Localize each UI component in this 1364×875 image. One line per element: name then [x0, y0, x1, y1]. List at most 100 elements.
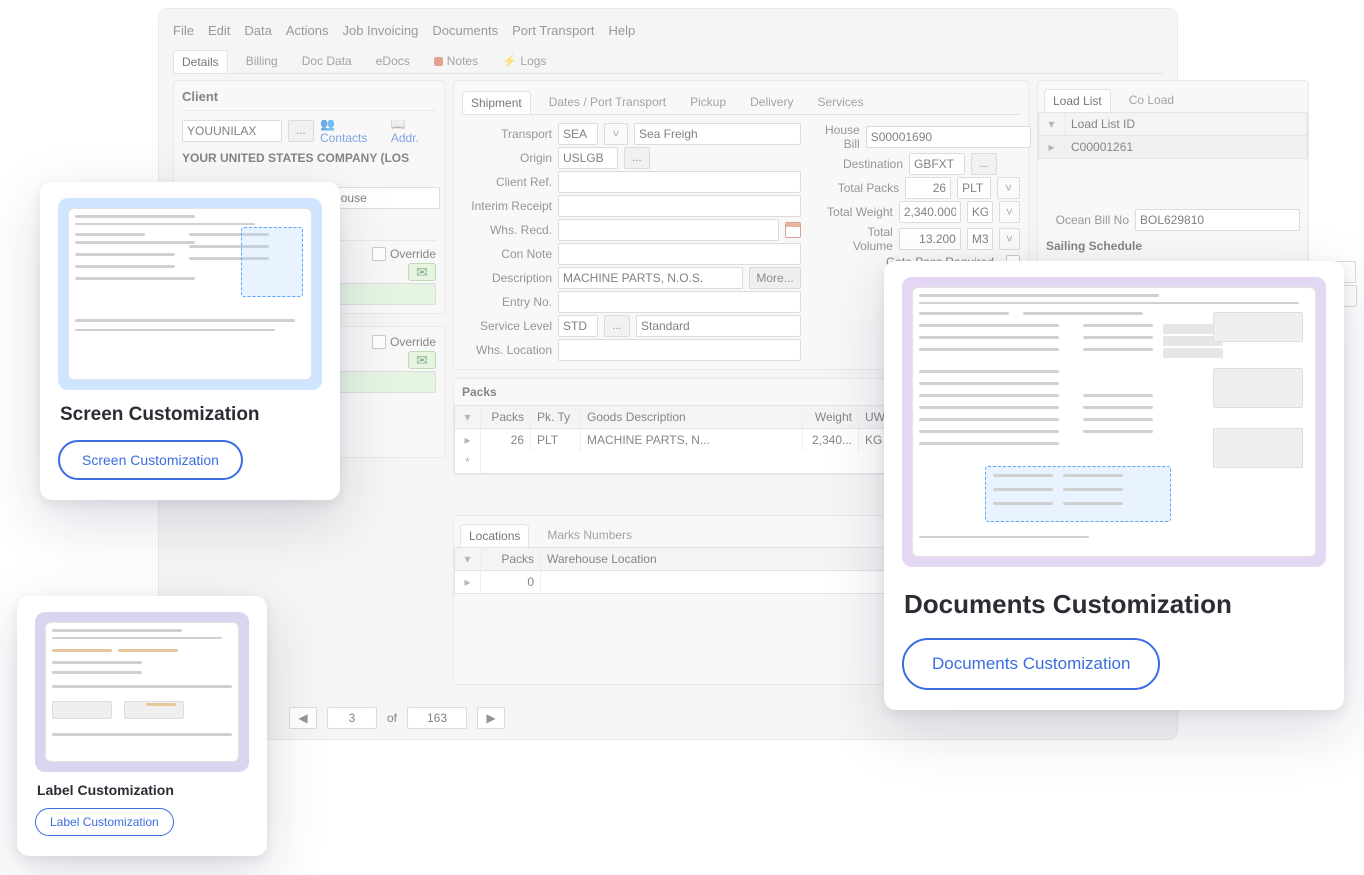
tab-dates-port[interactable]: Dates / Port Transport: [543, 91, 672, 114]
weight-col[interactable]: Weight: [803, 406, 859, 428]
label-thumb: [35, 612, 249, 772]
screen-card-title: Screen Customization: [60, 404, 322, 426]
override-label-1: Override: [390, 247, 436, 261]
interim-label: Interim Receipt: [462, 199, 552, 213]
destination-input[interactable]: [909, 153, 965, 175]
origin-input[interactable]: [558, 147, 618, 169]
tab-billing[interactable]: Billing: [240, 50, 284, 73]
client-lookup-button[interactable]: ...: [288, 120, 314, 142]
house-bill-label: House Bill: [825, 123, 860, 151]
goods-col[interactable]: Goods Description: [581, 406, 803, 428]
menu-help[interactable]: Help: [608, 23, 635, 38]
row-selector-icon[interactable]: ▸: [1039, 136, 1065, 158]
mail-icon-2[interactable]: ✉: [408, 351, 436, 369]
volume-unit-input[interactable]: [967, 228, 993, 250]
weight-unit-input[interactable]: [967, 201, 993, 223]
loadlist-id-col[interactable]: Load List ID: [1065, 113, 1307, 135]
entry-no-input[interactable]: [558, 291, 801, 313]
screen-customization-button[interactable]: Screen Customization: [58, 440, 243, 480]
tab-edocs[interactable]: eDocs: [370, 50, 416, 73]
tab-services[interactable]: Services: [811, 91, 869, 114]
entry-no-label: Entry No.: [462, 295, 552, 309]
menu-port-transport[interactable]: Port Transport: [512, 23, 594, 38]
documents-customization-button[interactable]: Documents Customization: [902, 638, 1160, 690]
screen-customization-card: Screen Customization Screen Customizatio…: [40, 182, 340, 500]
menu-file[interactable]: File: [173, 23, 194, 38]
menu-bar: File Edit Data Actions Job Invoicing Doc…: [173, 19, 1163, 42]
sailing-schedule-header: Sailing Schedule: [1038, 233, 1308, 259]
menu-job-invoicing[interactable]: Job Invoicing: [342, 23, 418, 38]
house-bill-input[interactable]: [866, 126, 1031, 148]
total-packs-label: Total Packs: [825, 181, 899, 195]
tab-notes[interactable]: Notes: [428, 50, 484, 73]
docs-card-title: Documents Customization: [904, 589, 1326, 620]
ocean-bill-input[interactable]: [1135, 209, 1300, 231]
addr-link[interactable]: 📖 Addr.: [391, 117, 436, 145]
destination-label: Destination: [825, 157, 903, 171]
override-checkbox-2[interactable]: [372, 335, 386, 349]
total-weight-input[interactable]: [899, 201, 961, 223]
client-ref-input[interactable]: [558, 171, 801, 193]
menu-actions[interactable]: Actions: [286, 23, 329, 38]
tab-logs[interactable]: ⚡ Logs: [496, 50, 552, 73]
service-desc-input[interactable]: [636, 315, 801, 337]
interim-input[interactable]: [558, 195, 801, 217]
con-note-input[interactable]: [558, 243, 801, 265]
row-selector-icon[interactable]: ▸: [455, 571, 481, 593]
logs-icon: ⚡: [502, 54, 517, 68]
whs-recd-input[interactable]: [558, 219, 779, 241]
desc-input[interactable]: [558, 267, 743, 289]
shipment-tabs: Shipment Dates / Port Transport Pickup D…: [462, 87, 1020, 115]
total-volume-label: Total Volume: [825, 225, 893, 253]
transport-dropdown[interactable]: ˅: [604, 123, 628, 145]
destination-lookup-button[interactable]: ...: [971, 153, 997, 175]
packs-unit-input[interactable]: [957, 177, 991, 199]
total-volume-input[interactable]: [899, 228, 961, 250]
menu-edit[interactable]: Edit: [208, 23, 230, 38]
client-code-input[interactable]: [182, 120, 282, 142]
tab-doc-data[interactable]: Doc Data: [296, 50, 358, 73]
label-customization-button[interactable]: Label Customization: [35, 808, 174, 836]
override-label-2: Override: [390, 335, 436, 349]
new-row-icon[interactable]: *: [455, 451, 481, 473]
menu-data[interactable]: Data: [244, 23, 271, 38]
calendar-icon[interactable]: [785, 222, 801, 238]
tab-load-list[interactable]: Load List: [1044, 89, 1111, 112]
pager-prev-button[interactable]: ◀: [289, 707, 317, 729]
contacts-link[interactable]: 👥 Contacts: [320, 117, 385, 145]
loc-packs-col[interactable]: Packs: [481, 548, 541, 570]
tab-co-load[interactable]: Co Load: [1123, 89, 1180, 112]
origin-lookup-button[interactable]: ...: [624, 147, 650, 169]
whs-loc-input[interactable]: [558, 339, 801, 361]
screen-thumb: [58, 198, 322, 390]
total-packs-input[interactable]: [905, 177, 951, 199]
weight-unit-dropdown[interactable]: ˅: [999, 201, 1020, 223]
override-checkbox-1[interactable]: [372, 247, 386, 261]
packs-col[interactable]: Packs: [481, 406, 531, 428]
transport-desc-input[interactable]: [634, 123, 801, 145]
menu-documents[interactable]: Documents: [432, 23, 498, 38]
whs-recd-label: Whs. Recd.: [462, 223, 552, 237]
tab-delivery[interactable]: Delivery: [744, 91, 799, 114]
origin-label: Origin: [462, 151, 552, 165]
loadlist-row[interactable]: ▸ C00001261: [1039, 136, 1307, 158]
tab-details[interactable]: Details: [173, 50, 228, 73]
packs-unit-dropdown[interactable]: ˅: [997, 177, 1020, 199]
tab-pickup[interactable]: Pickup: [684, 91, 732, 114]
pager-page-input[interactable]: [327, 707, 377, 729]
tab-marks-numbers[interactable]: Marks Numbers: [541, 524, 638, 547]
whs-loc-label: Whs. Location: [462, 343, 552, 357]
pager: ◀ of ▶: [279, 699, 505, 729]
mail-icon[interactable]: ✉: [408, 263, 436, 281]
tab-locations[interactable]: Locations: [460, 524, 529, 547]
pager-next-button[interactable]: ▶: [477, 707, 505, 729]
row-selector-icon[interactable]: ▸: [455, 429, 481, 451]
service-lookup-button[interactable]: ...: [604, 315, 630, 337]
pkty-col[interactable]: Pk. Ty: [531, 406, 581, 428]
volume-unit-dropdown[interactable]: ˅: [999, 228, 1020, 250]
service-code-input[interactable]: [558, 315, 598, 337]
transport-code-input[interactable]: [558, 123, 598, 145]
top-tabs: Details Billing Doc Data eDocs Notes ⚡ L…: [173, 46, 1163, 74]
tab-shipment[interactable]: Shipment: [462, 91, 531, 114]
more-button[interactable]: More...: [749, 267, 801, 289]
